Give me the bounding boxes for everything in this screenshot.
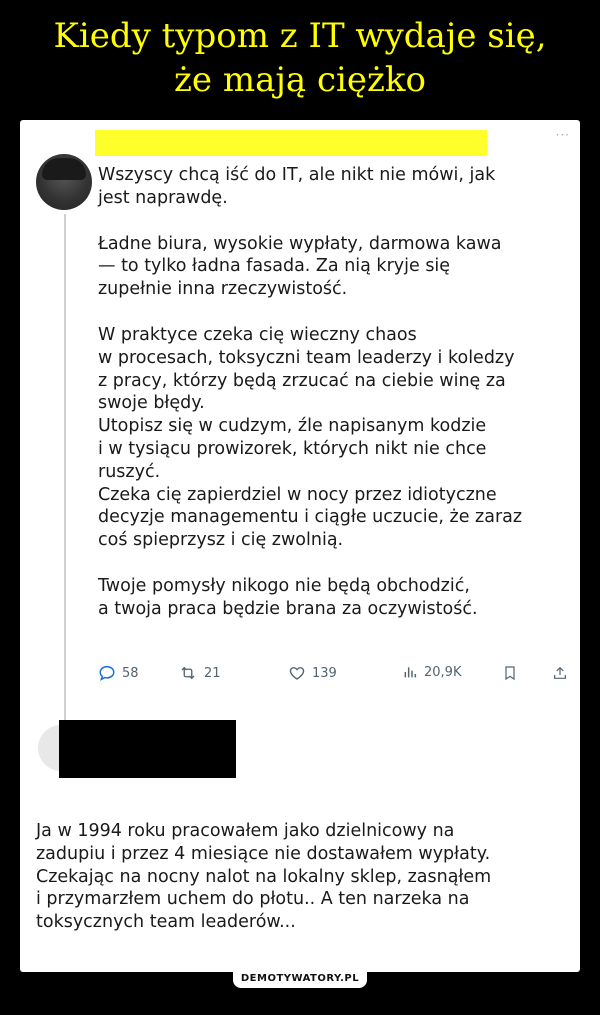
redacted-reply-author [59, 720, 236, 778]
share-icon [554, 666, 566, 679]
share-button[interactable] [552, 664, 568, 682]
tweet-paragraph: Ładne biura, wysokie wypłaty, darmowa ka… [98, 233, 502, 300]
tweet-body: Wszyscy chcą iść do IT, ale nikt nie mów… [98, 164, 573, 621]
bookmark-icon [505, 666, 515, 681]
retweet-action[interactable]: 21 [178, 664, 221, 682]
like-action[interactable]: 139 [288, 664, 337, 682]
like-count: 139 [312, 665, 337, 681]
redacted-username-bar [95, 130, 487, 156]
watermark-label: DEMOTYWATORY.PL [233, 972, 367, 988]
reply-body: Ja w 1994 roku pracowałem jako dzielnico… [36, 821, 492, 933]
like-icon [289, 667, 305, 680]
title-line-1: Kiedy typom z IT wydaje się, [53, 16, 547, 56]
retweet-icon [181, 666, 195, 680]
screenshot-card: ··· Wszyscy chcą iść do IT, ale nikt nie… [20, 120, 580, 972]
reply-icon [99, 665, 115, 681]
views-icon [404, 667, 417, 678]
tweet-paragraph: W praktyce czeka cię wieczny chaos w pro… [98, 324, 515, 414]
thread-line [64, 214, 66, 720]
tweet-actions: 58 21 139 20,9K [98, 664, 568, 686]
views-count: 20,9K [424, 664, 462, 680]
meme-title: Kiedy typom z IT wydaje się, że mają cię… [0, 14, 600, 102]
title-line-2: że mają ciężko [174, 60, 426, 100]
bookmark-button[interactable] [502, 664, 518, 682]
tweet-paragraph: Twoje pomysły nikogo nie będą obchodzić,… [98, 575, 478, 619]
author-avatar[interactable] [36, 154, 92, 210]
reply-action[interactable]: 58 [98, 664, 139, 682]
more-options-icon[interactable]: ··· [556, 128, 570, 142]
tweet-paragraph: Utopisz się w cudzym, źle napisanym kodz… [98, 416, 487, 482]
views-action[interactable]: 20,9K [402, 664, 461, 680]
retweet-count: 21 [204, 665, 221, 681]
reply-count: 58 [122, 665, 139, 681]
tweet-paragraph: Wszyscy chcą iść do IT, ale nikt nie mów… [98, 165, 496, 208]
tweet-paragraph: Czeka cię zapierdziel w nocy przez idiot… [98, 484, 523, 551]
